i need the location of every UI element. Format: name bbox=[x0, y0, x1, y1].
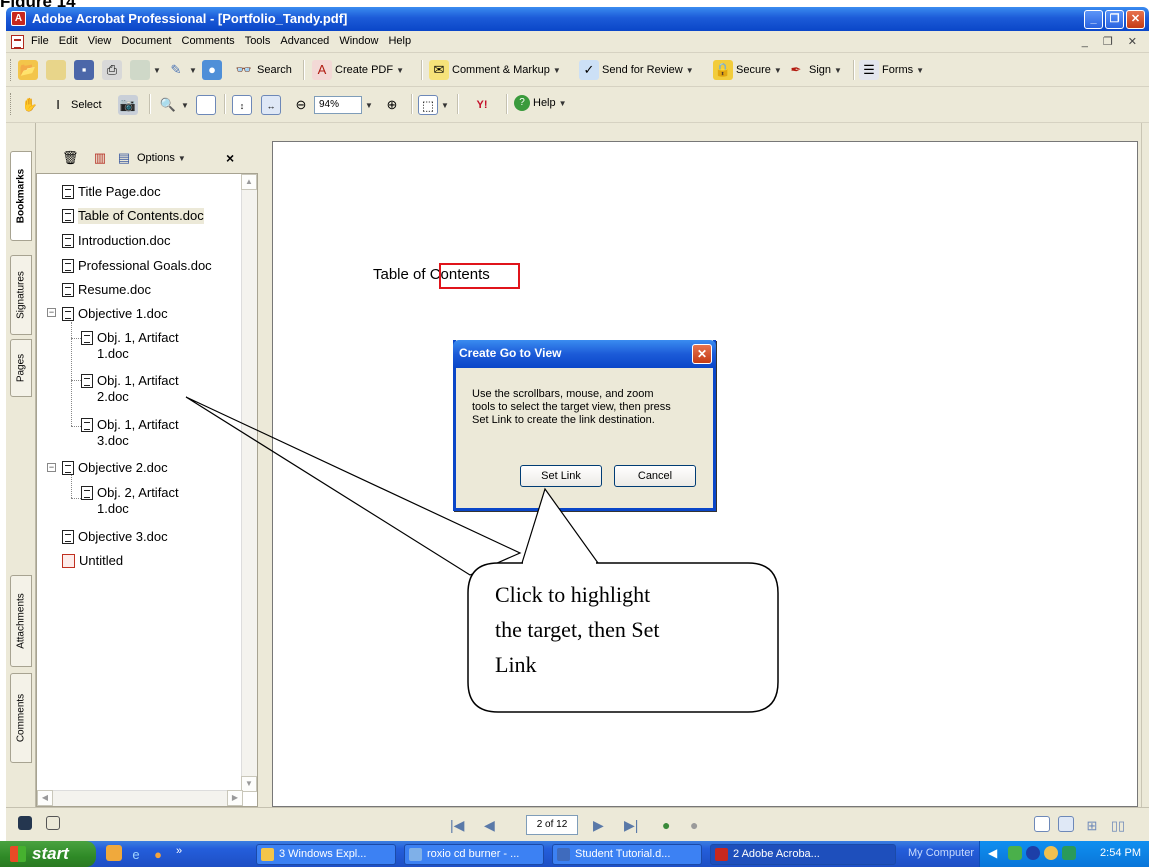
screenshot-root: Figure 14 A Adobe Acrobat Professional -… bbox=[0, 0, 1149, 867]
continuous-layout-icon[interactable] bbox=[1058, 816, 1074, 832]
tray-security-icon[interactable] bbox=[1044, 846, 1058, 860]
single-page-layout-icon[interactable] bbox=[1034, 816, 1050, 832]
taskbar-roxio[interactable]: roxio cd burner - ... bbox=[404, 844, 544, 865]
tray-expand-icon[interactable]: ◀ bbox=[988, 846, 997, 860]
callout-pointer-bookmark bbox=[185, 396, 522, 576]
windows-flag-icon bbox=[10, 846, 26, 862]
system-tray: ◀ 2:54 PM bbox=[979, 841, 1149, 867]
last-page-icon[interactable]: ▶| bbox=[624, 817, 638, 834]
task-label: Student Tutorial.d... bbox=[575, 848, 671, 860]
status-bar: |◀ ◀ 2 of 12 ▶ ▶| ● ● ⊞ ▯▯ bbox=[6, 807, 1149, 841]
previous-view-icon[interactable]: ● bbox=[662, 817, 670, 833]
callout-line-1: Click to highlight bbox=[495, 582, 651, 607]
callout-line-3: Link bbox=[495, 652, 537, 677]
word-icon bbox=[557, 848, 570, 861]
start-label: start bbox=[32, 844, 69, 863]
task-label: 2 Adobe Acroba... bbox=[733, 848, 820, 860]
next-view-icon[interactable]: ● bbox=[690, 817, 698, 833]
callout-pointer-set-link bbox=[521, 487, 600, 564]
next-page-icon[interactable]: ▶ bbox=[593, 817, 604, 834]
taskbar-adobe-acrobat[interactable]: 2 Adobe Acroba... bbox=[710, 844, 896, 865]
page-number-field[interactable]: 2 of 12 bbox=[526, 815, 578, 835]
first-page-icon[interactable]: |◀ bbox=[450, 817, 464, 834]
callout-line-2: the target, then Set bbox=[495, 617, 660, 642]
clock[interactable]: 2:54 PM bbox=[1100, 847, 1141, 859]
start-button[interactable]: start bbox=[0, 841, 96, 867]
tray-monitor-icon[interactable] bbox=[1062, 846, 1076, 860]
tray-network-icon[interactable] bbox=[1008, 846, 1022, 860]
windows-taskbar: start e ● » 3 Windows Expl... roxio cd b… bbox=[0, 841, 1149, 867]
panel-toggle-icon[interactable] bbox=[18, 816, 32, 830]
show-desktop-icon[interactable] bbox=[106, 845, 122, 861]
previous-page-icon[interactable]: ◀ bbox=[484, 817, 495, 834]
my-computer-toolbar[interactable]: My Computer bbox=[908, 847, 974, 859]
task-label: roxio cd burner - ... bbox=[427, 848, 520, 860]
quick-launch-more-icon[interactable]: » bbox=[176, 845, 182, 857]
callout-text: Click to highlight the target, then Set … bbox=[495, 577, 765, 682]
internet-explorer-icon[interactable]: e bbox=[128, 845, 144, 862]
page-options-icon[interactable] bbox=[46, 816, 60, 830]
taskbar-student-tutorial[interactable]: Student Tutorial.d... bbox=[552, 844, 702, 865]
folder-icon bbox=[261, 848, 274, 861]
ie-window-icon bbox=[409, 848, 422, 861]
acrobat-icon bbox=[715, 848, 728, 861]
task-label: 3 Windows Expl... bbox=[279, 848, 367, 860]
callout-annotation bbox=[185, 396, 779, 713]
taskbar-windows-explorer[interactable]: 3 Windows Expl... bbox=[256, 844, 396, 865]
continuous-facing-layout-icon[interactable]: ▯▯ bbox=[1110, 816, 1126, 833]
firefox-icon[interactable]: ● bbox=[150, 845, 166, 862]
tray-app-icon[interactable] bbox=[1026, 846, 1040, 860]
facing-layout-icon[interactable]: ⊞ bbox=[1084, 816, 1100, 833]
